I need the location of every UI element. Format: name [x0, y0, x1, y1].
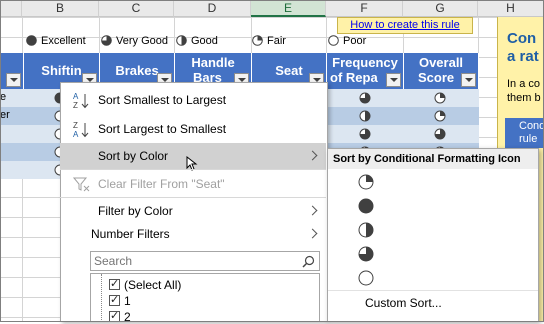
menu-item-label: Sort by Color [98, 149, 169, 163]
select-all-label: (Select All) [124, 278, 182, 292]
menu-item-label: Number Filters [91, 227, 170, 241]
number-filters-item[interactable]: Number Filters [60, 221, 326, 247]
half-circle-icon[interactable] [358, 222, 374, 238]
clear-filter-item[interactable]: Clear Filter From "Seat" [60, 171, 326, 197]
svg-text:A: A [73, 92, 79, 101]
submenu-header: Sort by Conditional Formatting Icon [328, 149, 538, 169]
value-checkbox[interactable] [109, 309, 120, 322]
icon-options [358, 174, 374, 286]
clear-filter-icon [73, 177, 90, 192]
sort-descending-icon: Z A [73, 121, 89, 138]
sort-descending-item[interactable]: Z A Sort Largest to Smallest [60, 116, 326, 142]
quarter-circle-icon[interactable] [358, 174, 374, 190]
menu-item-label: Sort Smallest to Largest [98, 93, 227, 107]
panel-title: Con a rat [507, 30, 539, 66]
menu-separator [328, 290, 538, 291]
full-circle-icon[interactable] [358, 198, 374, 214]
select-all-checkbox[interactable] [109, 277, 120, 290]
search-input[interactable] [94, 253, 294, 269]
panel-text-line: In a co [507, 78, 541, 90]
overall-rating-icon [434, 128, 446, 140]
search-icon [302, 255, 315, 268]
frequency-rating-icon [359, 128, 371, 140]
panel-title-line: a rat [507, 48, 539, 65]
panel-text-line: them b [507, 92, 541, 104]
panel-title-line: Con [507, 30, 537, 47]
menu-item-label: Clear Filter From "Seat" [98, 177, 225, 191]
chevron-right-icon [307, 150, 318, 161]
chevron-right-icon [307, 205, 318, 216]
frequency-rating-icon [359, 110, 371, 122]
svg-text:Z: Z [73, 101, 78, 109]
value-label: 1 [124, 294, 131, 308]
svg-text:A: A [73, 130, 79, 138]
filter-search-box[interactable] [90, 251, 320, 271]
sort-ascending-item[interactable]: A Z Sort Smallest to Largest [60, 87, 326, 113]
menu-item-label: Sort Largest to Smallest [98, 122, 227, 136]
conditional-rule-button[interactable]: Cond rule [505, 118, 544, 148]
sort-ascending-icon: A Z [73, 92, 89, 109]
overall-rating-icon [434, 110, 446, 122]
svg-text:Z: Z [73, 121, 78, 130]
three-quarter-circle-icon[interactable] [358, 246, 374, 262]
button-label: rule [519, 133, 538, 145]
sort-by-color-item[interactable]: Sort by Color [60, 143, 326, 171]
overall-rating-icon [434, 92, 446, 104]
value-checkbox[interactable] [109, 293, 120, 306]
menu-separator [60, 169, 326, 170]
chevron-right-icon [307, 228, 318, 239]
empty-circle-icon[interactable] [358, 270, 374, 286]
frequency-rating-icon [359, 92, 371, 104]
panel-text: In a co them b [507, 77, 541, 105]
button-label: Cond [519, 120, 544, 132]
custom-sort-item[interactable]: Custom Sort... [365, 296, 442, 310]
